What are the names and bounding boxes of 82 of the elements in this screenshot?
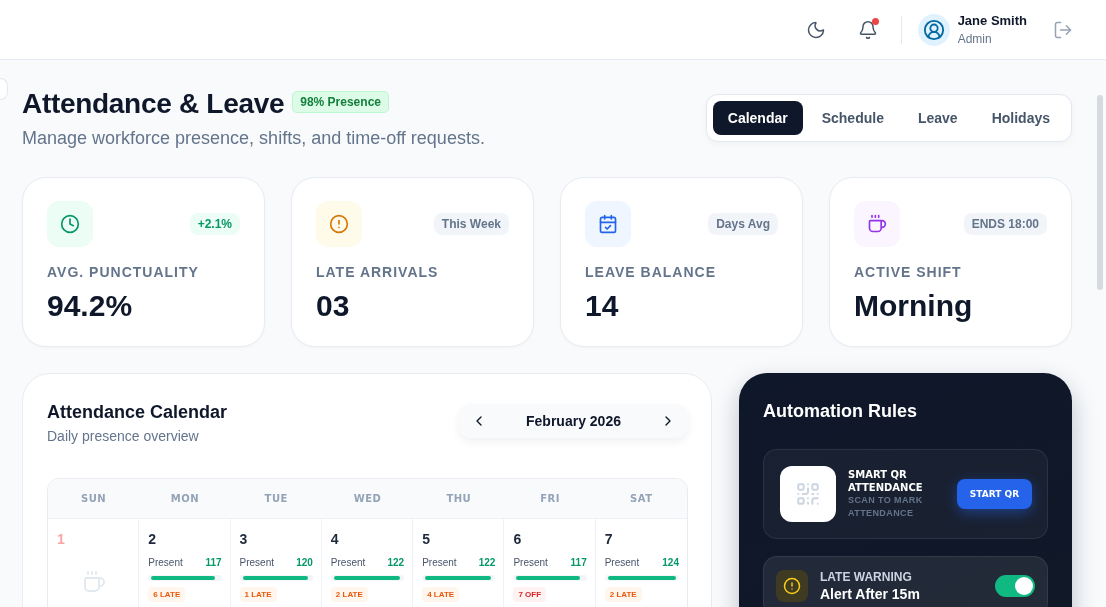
- tab[interactable]: Holidays: [976, 101, 1065, 135]
- weekday-label: TUE: [264, 493, 288, 504]
- stat-label: ACTIVE SHIFT: [854, 263, 963, 281]
- stat-value: 03: [316, 288, 351, 324]
- present-count: 117: [205, 557, 222, 569]
- start-qr-button[interactable]: START QR: [957, 479, 1032, 509]
- stat-value: Morning: [854, 288, 974, 324]
- day-number: 5: [422, 530, 430, 548]
- page-subtitle: Manage workforce presence, shifts, and time-off requests.: [22, 127, 485, 150]
- logout-icon[interactable]: [1053, 19, 1073, 40]
- stat-tag: +2.1%: [189, 213, 240, 235]
- weekday-label: SAT: [630, 493, 653, 504]
- warning-icon: [776, 570, 808, 602]
- day-cell[interactable]: 3 Present 120 1 LATE: [230, 519, 322, 607]
- late-tag: 4 LATE: [422, 587, 460, 602]
- stat-value: 14: [585, 288, 620, 324]
- present-count: 122: [478, 557, 496, 569]
- coffee-cup-icon: [81, 570, 106, 594]
- off-tag: 7 OFF: [513, 587, 547, 602]
- tab[interactable]: Schedule: [806, 101, 899, 135]
- presence-tag: 98% Presence: [292, 91, 389, 113]
- weekday-label: SUN: [81, 493, 107, 504]
- calendar-subtitle: Daily presence overview: [47, 427, 200, 445]
- bell-icon[interactable]: [857, 19, 878, 40]
- warning-icon: [316, 201, 362, 247]
- day-cell[interactable]: 6 Present 117 7 OFF: [504, 519, 596, 607]
- day-cell[interactable]: 5 Present 122 4 LATE: [413, 519, 505, 607]
- stat-label: AVG. PUNCTUALITY: [47, 263, 200, 281]
- day-cell[interactable]: 4 Present 122 2 LATE: [321, 519, 414, 607]
- present-count: 122: [387, 557, 405, 569]
- clock-icon: [47, 201, 93, 247]
- present-label: Present: [604, 557, 640, 569]
- tab[interactable]: Calendar: [712, 101, 803, 135]
- rule-value: Alert After 15m: [820, 585, 920, 603]
- present-count: 124: [662, 557, 679, 569]
- moon-icon[interactable]: [805, 19, 826, 40]
- present-label: Present: [422, 557, 457, 569]
- weekday-label: FRI: [540, 493, 560, 504]
- weekday-label: MON: [170, 493, 200, 504]
- scrollbar-thumb[interactable]: [1097, 95, 1103, 290]
- user-avatar-icon[interactable]: [917, 13, 950, 46]
- coffee-cup-icon: [854, 201, 900, 247]
- day-number: 4: [330, 530, 339, 548]
- rule-title: SMART QR ATTENDANCE: [848, 468, 924, 494]
- weekday-label: THU: [446, 493, 472, 504]
- day-number: 7: [604, 530, 613, 548]
- day-cell[interactable]: 7 Present 124 2 LATE: [595, 519, 687, 607]
- present-count: 120: [296, 557, 313, 569]
- stat-tag: This Week: [433, 213, 509, 235]
- month-label: February 2026: [526, 413, 621, 429]
- day-number: 2: [148, 530, 157, 548]
- present-count: 117: [570, 557, 587, 569]
- day-number: 1: [57, 530, 65, 548]
- present-label: Present: [330, 557, 366, 569]
- stat-label: LEAVE BALANCE: [585, 263, 717, 281]
- user-role: Admin: [957, 31, 993, 47]
- user-name: Jane Smith: [957, 12, 1027, 30]
- rule-subtitle: SCAN TO MARK ATTENDANCE: [848, 494, 924, 520]
- present-label: Present: [513, 557, 548, 569]
- day-cell[interactable]: 2 Present 117 6 LATE: [139, 519, 231, 607]
- sidebar-toggle-button[interactable]: [0, 78, 8, 100]
- page-title: Attendance & Leave: [22, 87, 285, 121]
- day-number: 6: [513, 530, 522, 548]
- qr-code-icon: [780, 466, 836, 522]
- weekday-label: WED: [353, 493, 382, 504]
- late-tag: 1 LATE: [239, 587, 277, 602]
- present-label: Present: [239, 557, 275, 569]
- present-label: Present: [148, 557, 183, 569]
- late-tag: 2 LATE: [604, 587, 642, 602]
- calendar-check-icon: [585, 201, 631, 247]
- rule-label: LATE WARNING: [820, 569, 913, 585]
- day-number: 3: [239, 530, 248, 548]
- panel-title: Automation Rules: [763, 400, 918, 422]
- stat-tag: Days Avg: [708, 213, 778, 235]
- stat-label: LATE ARRIVALS: [316, 263, 440, 281]
- late-tag: 2 LATE: [330, 587, 368, 602]
- stat-tag: ENDS 18:00: [963, 213, 1047, 235]
- stat-value: 94.2%: [47, 288, 134, 324]
- toggle-switch[interactable]: [995, 575, 1035, 597]
- calendar-title: Attendance Calendar: [47, 401, 228, 423]
- tab[interactable]: Leave: [902, 101, 973, 135]
- late-tag: 6 LATE: [148, 587, 186, 602]
